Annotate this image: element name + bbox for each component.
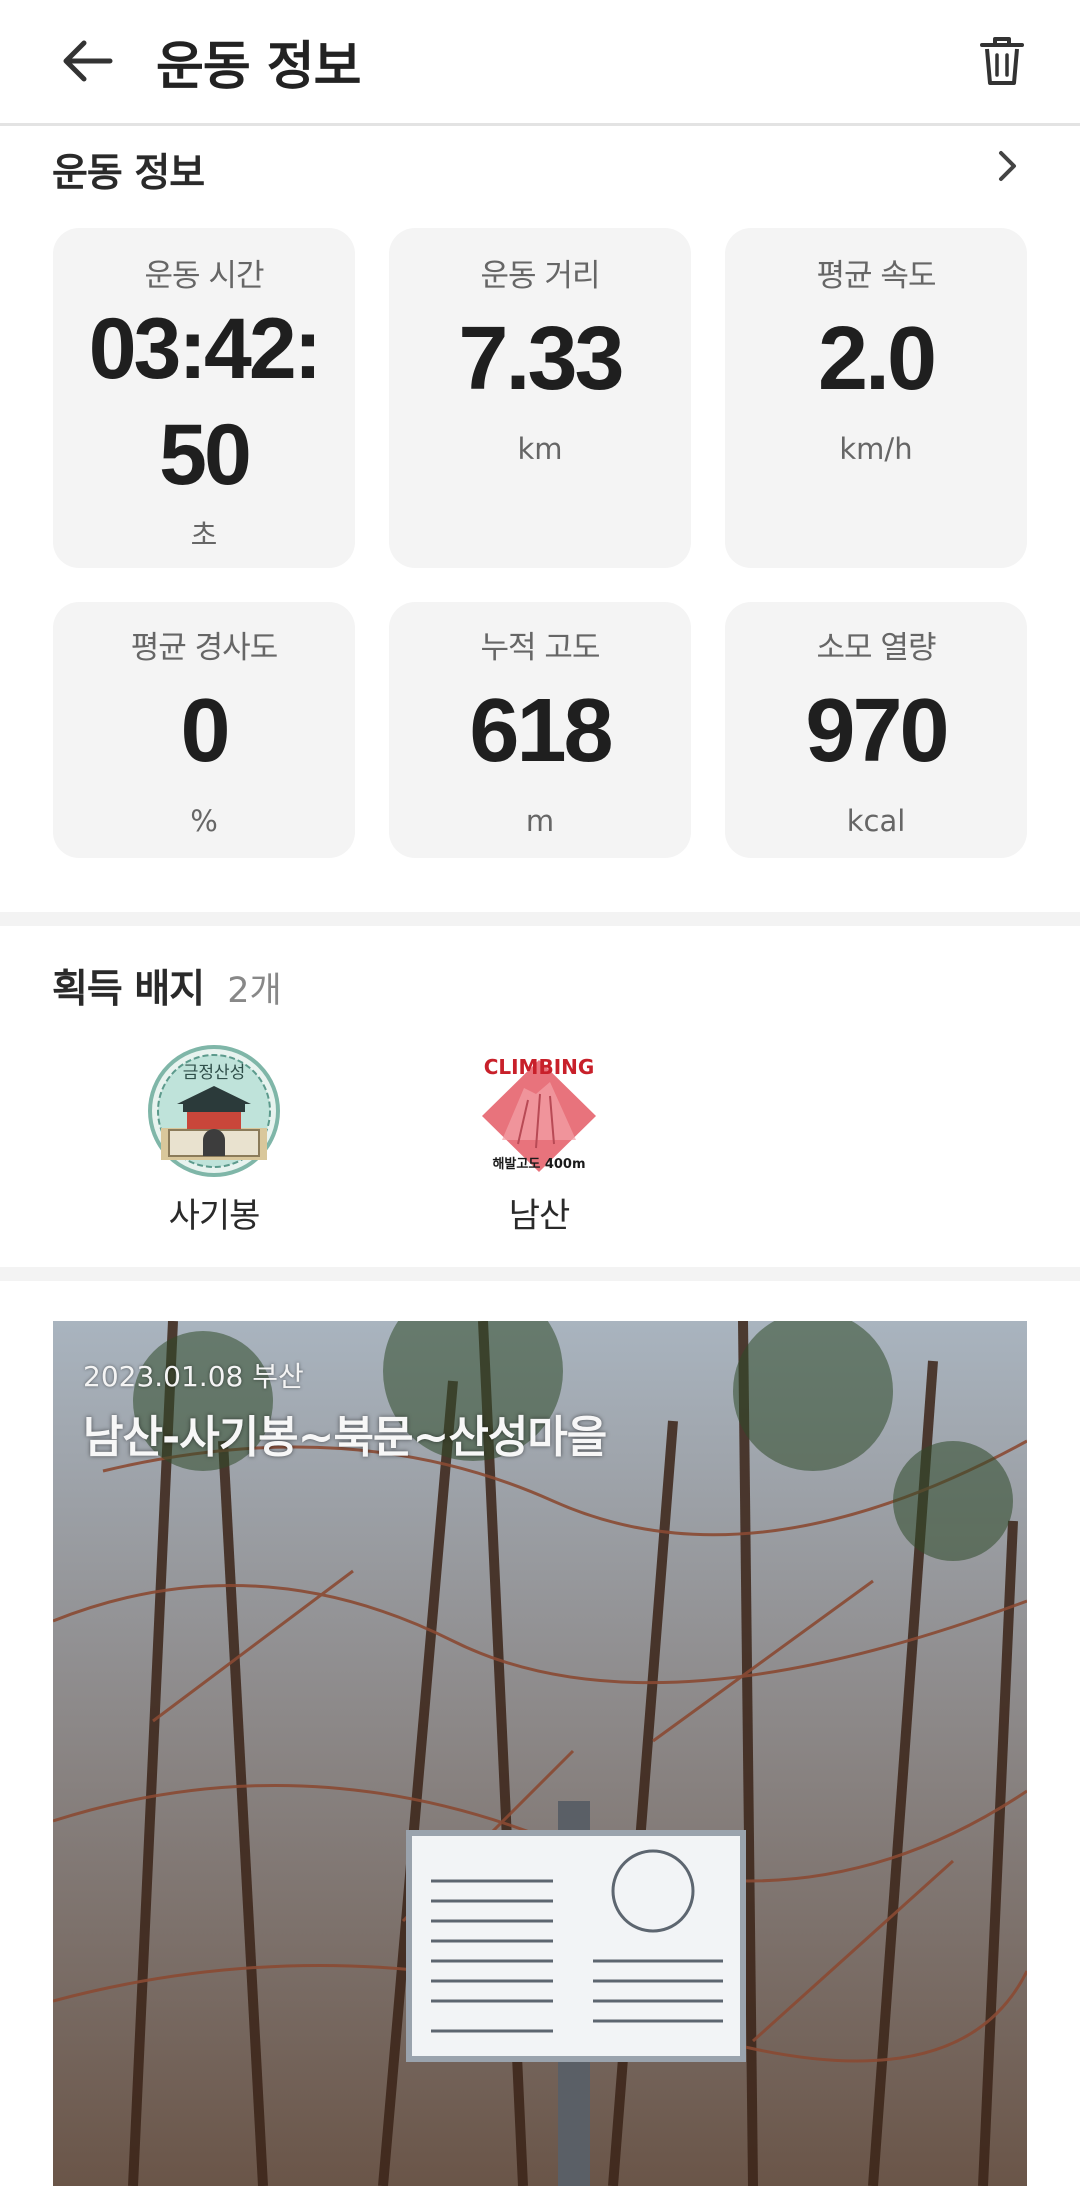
badge-emblem-subtext: 해발고도 400m — [492, 1156, 585, 1172]
stat-unit: % — [190, 804, 218, 838]
stat-unit: m — [525, 804, 555, 838]
section-divider — [0, 1267, 1080, 1281]
stat-unit: km — [517, 432, 563, 466]
arrow-left-icon — [62, 39, 114, 87]
stat-label: 소모 열량 — [816, 630, 937, 666]
badge-emblem-text: 금정산성 — [183, 1063, 246, 1083]
stat-unit: km/h — [839, 432, 913, 466]
stat-card-avg-slope: 평균 경사도 0 % — [53, 602, 355, 858]
badge-name: 사기봉 — [168, 1196, 261, 1236]
stat-card-distance: 운동 거리 7.33 km — [389, 228, 691, 568]
stat-value: 03:42:50 — [88, 301, 323, 503]
stat-card-calories: 소모 열량 970 kcal — [725, 602, 1027, 858]
stat-value: 7.33 — [458, 309, 624, 409]
stat-unit: kcal — [846, 804, 906, 838]
stat-value: 970 — [805, 681, 949, 781]
photo-caption: 남산-사기봉~북문~산성마을 — [83, 1412, 607, 1463]
stat-label: 평균 경사도 — [130, 630, 278, 666]
stat-card-elevation-gain: 누적 고도 618 m — [389, 602, 691, 858]
stat-card-workout-time: 운동 시간 03:42:50 초 — [53, 228, 355, 568]
stat-label: 운동 거리 — [480, 258, 601, 294]
workout-photo[interactable]: 2023.01.08 부산 남산-사기봉~북문~산성마을 — [53, 1321, 1027, 2186]
badge-sagibong[interactable]: 금정산성 사기봉 — [94, 1044, 334, 1237]
stat-unit: 초 — [190, 518, 218, 552]
back-button[interactable] — [55, 34, 121, 92]
stat-value: 2.0 — [817, 309, 937, 409]
badge-emblem-text: CLIMBING — [484, 1055, 595, 1079]
climbing-badge-icon: CLIMBING 해발고도 400m — [472, 1044, 606, 1178]
stat-label: 누적 고도 — [480, 630, 601, 666]
stat-label: 평균 속도 — [816, 258, 937, 294]
badge-name: 남산 — [508, 1196, 571, 1236]
stat-value: 0 — [180, 681, 230, 781]
page-title: 운동 정보 — [156, 37, 361, 97]
badges-title: 획득 배지 — [52, 967, 205, 1012]
delete-button[interactable] — [970, 30, 1034, 96]
stat-card-avg-speed: 평균 속도 2.0 km/h — [725, 228, 1027, 568]
badges-header: 획득 배지 2개 — [52, 958, 282, 1018]
stat-label: 운동 시간 — [144, 258, 265, 294]
section-divider — [0, 912, 1080, 926]
app-bar: 운동 정보 — [0, 0, 1080, 126]
chevron-right-icon — [988, 146, 1028, 186]
photo-date: 2023.01.08 부산 — [83, 1360, 304, 1393]
badge-namsan[interactable]: CLIMBING 해발고도 400m 남산 — [419, 1044, 659, 1237]
section-title: 운동 정보 — [52, 151, 205, 196]
workout-info-header[interactable]: 운동 정보 — [52, 140, 1028, 198]
fortress-badge-icon: 금정산성 — [147, 1044, 281, 1178]
stat-value: 618 — [469, 681, 613, 781]
trash-icon — [979, 35, 1025, 91]
badges-count: 2개 — [227, 971, 282, 1011]
